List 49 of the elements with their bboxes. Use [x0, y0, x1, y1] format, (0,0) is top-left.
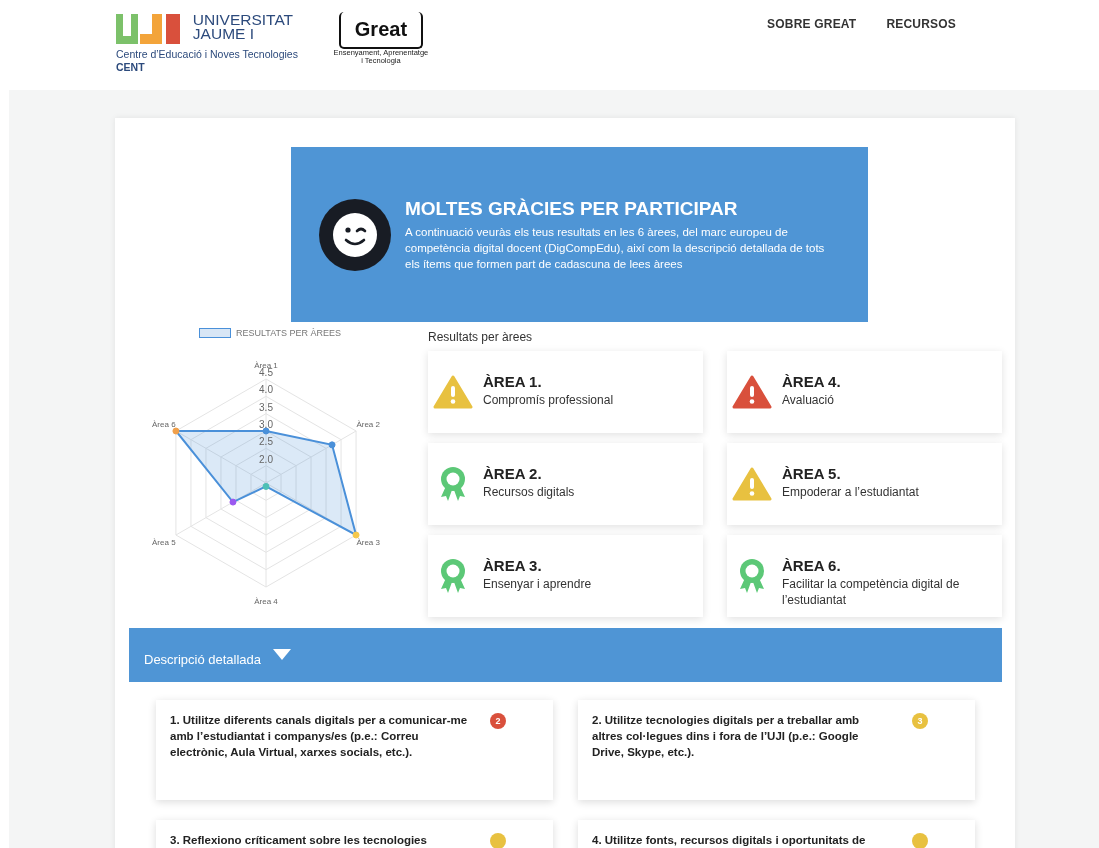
radar-point: [172, 427, 180, 435]
axis-tick-label: 3.5: [259, 401, 273, 413]
great-logo-word: Great: [354, 18, 408, 40]
area-title: ÀREA 1.: [483, 373, 543, 390]
results-heading: Resultats per àrees: [428, 330, 534, 344]
area-name: Compromís professional: [483, 392, 614, 408]
score-badge: 2: [490, 713, 506, 729]
radar-point: [229, 498, 237, 506]
axis-category-label: Àrea 1: [254, 361, 278, 370]
axis-category-label: Àrea 2: [356, 420, 380, 429]
axis-category-label: Àrea 5: [152, 538, 176, 547]
area-name: Recursos digitals: [483, 484, 575, 500]
area-name: Empoderar a l’estudiantat: [782, 484, 919, 500]
radar-point: [262, 482, 270, 490]
banner-text: A continuació veuràs els teus resultats en les 6 àrees, del marc europeu de competència digital docent (DigCompEdu), així com la descripció detallada de tots els ítems que formen part de cadascuna de lees àrees: [405, 224, 826, 272]
item-text: 1. Utilitze diferents canals digitals per a comunicar-me amb l’estudiantat i companys/es (p.e.: Correu electrònic, Aula Virtual, xarxes socials, etc.).: [170, 713, 469, 760]
axis-tick-label: 2.0: [259, 453, 273, 465]
axis-category-label: Àrea 3: [356, 538, 380, 547]
radar-point: [352, 531, 360, 539]
radar-point: [328, 441, 336, 449]
area-title: ÀREA 4.: [782, 373, 841, 390]
wink-face-icon: [319, 198, 391, 271]
item-text: 3. Reflexiono críticament sobre les tecnologies: [170, 833, 428, 848]
score-badge: 3: [912, 713, 928, 729]
legend-swatch: [199, 328, 231, 338]
area-name: Ensenyar i aprendre: [483, 576, 592, 592]
axis-category-label: Àrea 6: [152, 420, 176, 429]
axis-tick-label: 4.0: [259, 384, 273, 396]
centre-name: Centre d’Educació i Noves Tecnologies: [116, 48, 298, 61]
university-name: JAUME I: [192, 27, 255, 41]
area-title: ÀREA 5.: [782, 465, 842, 482]
area-title: ÀREA 3.: [483, 557, 543, 574]
area-name: Avaluació: [782, 392, 835, 408]
axis-category-label: Àrea 4: [254, 597, 278, 606]
axis-tick-label: 4.5: [259, 367, 273, 378]
nav-link[interactable]: RECURSOS: [886, 17, 956, 31]
item-text: 2. Utilitze tecnologies digitals per a treballar amb altres col·legues dins i fora de l’UJI (p.e.: Google Drive, Skype, etc.).: [592, 713, 861, 760]
radar-point: [262, 427, 270, 435]
banner-title: MOLTES GRÀCIES PER PARTICIPAR: [405, 197, 739, 220]
nav-link[interactable]: SOBRE GREAT: [767, 17, 857, 31]
university-name: UNIVERSITAT: [192, 13, 295, 27]
legend-label: RESULTATS PER ÀREES: [236, 328, 341, 338]
area-title: ÀREA 2.: [483, 465, 543, 482]
area-title: ÀREA 6.: [782, 557, 842, 574]
centre-acronym: CENT: [116, 61, 146, 74]
area-name: Facilitar la competència digital de l’estudiantat: [782, 576, 961, 608]
item-text: 4. Utilitze fonts, recursos digitals i oportunitats de: [592, 833, 867, 848]
axis-tick-label: 3.0: [259, 419, 273, 430]
axis-tick-label: 2.5: [259, 436, 273, 448]
